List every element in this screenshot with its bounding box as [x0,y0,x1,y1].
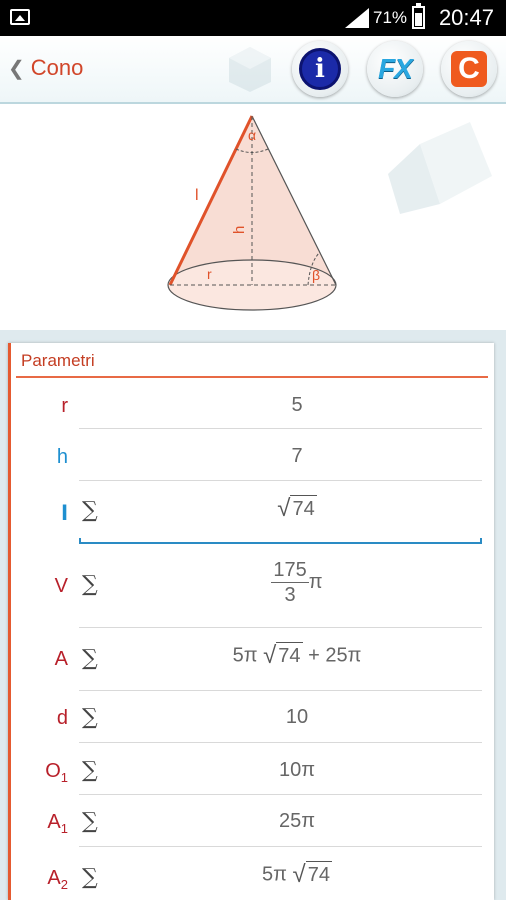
row-divider [79,627,482,628]
param-label-d: d [56,707,68,729]
alpha-label: α [248,127,256,143]
param-label-A1: A1 [47,811,68,836]
radius-label: r [207,266,212,282]
param-label-h: h [56,446,68,468]
gallery-notification-icon [10,9,30,25]
slant-label: l [195,187,199,204]
height-label: h [231,226,248,234]
row-divider [79,428,482,429]
sqrt-expression: √ 74 [292,861,332,888]
info-button[interactable]: i [292,41,348,97]
panel-title: Parametri [21,351,95,370]
back-button[interactable]: ❮ Cono [8,55,83,81]
row-divider [79,846,482,847]
formulas-button[interactable]: FX [367,41,423,97]
active-field-underline [79,538,482,544]
row-divider [79,480,482,481]
app-bar: ❮ Cono i FX C [0,36,506,104]
page-title: Cono [30,55,84,80]
param-label-r: r [61,395,68,417]
param-value-h[interactable]: 7 [80,445,494,468]
row-divider [79,794,482,795]
parameters-panel: Parametri r 5 h 7 l ∑ √ 74 V ∑ 175 3 π A ∑ … [8,343,494,900]
param-label-l: l [61,501,68,525]
sqrt-expression: √ 74 [277,495,317,522]
param-label-V: V [54,575,68,597]
param-value-l[interactable]: √ 74 [80,495,494,523]
cone-diagram: α β l h r [0,104,506,330]
clear-button[interactable]: C [441,41,497,97]
chevron-left-icon: ❮ [8,57,25,80]
cone-figure: α β l h r [167,115,492,311]
param-label-A: A [54,648,68,670]
battery-percent: 71% [373,8,408,27]
info-icon: i [299,48,341,90]
c-icon: C [451,51,487,87]
cube-decoration-icon [229,47,271,92]
panel-title-divider [16,376,488,378]
param-label-O1: O1 [45,760,68,785]
sqrt-expression: √ 74 [263,642,303,669]
param-label-A2: A2 [47,867,68,892]
fraction: 175 3 [271,559,309,606]
param-value-A1[interactable]: 25π [80,810,494,833]
param-value-V[interactable]: 175 3 π [80,558,494,607]
fx-icon: FX [378,53,413,84]
param-value-d[interactable]: 10 [80,706,494,729]
param-value-r[interactable]: 5 [80,394,494,417]
param-value-A[interactable]: 5π √ 74 + 25π [80,642,494,670]
status-bar: 71% 20:47 [0,0,506,36]
row-divider [79,742,482,743]
row-divider [79,690,482,691]
beta-label: β [312,267,320,283]
param-value-O1[interactable]: 10π [80,759,494,782]
clock: 20:47 [438,5,494,30]
signal-icon [345,8,369,28]
param-value-A2[interactable]: 5π √ 74 [80,861,494,889]
battery-icon [412,3,425,29]
